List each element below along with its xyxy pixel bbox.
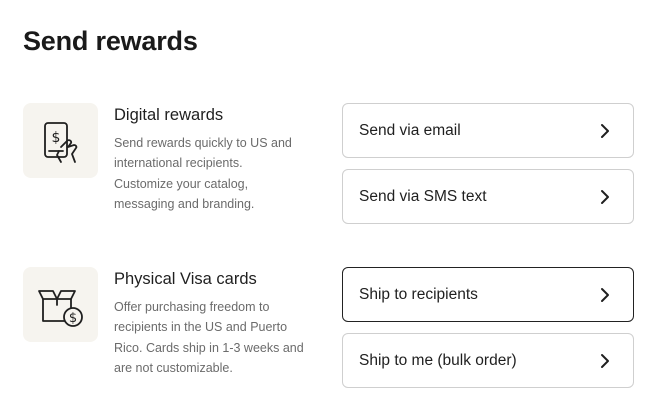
- chevron-right-icon: [601, 288, 609, 302]
- ship-to-recipients-button[interactable]: Ship to recipients: [342, 267, 634, 322]
- section-title: Digital rewards: [114, 106, 224, 124]
- chevron-right-icon: [601, 124, 609, 138]
- send-via-email-button[interactable]: Send via email: [342, 103, 634, 158]
- ship-to-me-bulk-order-button[interactable]: Ship to me (bulk order): [342, 333, 634, 388]
- chevron-right-icon: [601, 354, 609, 368]
- section-description: Send rewards quickly to US and internati…: [114, 136, 292, 211]
- option-label: Ship to me (bulk order): [359, 352, 517, 369]
- digital-rewards-icon-box: $: [23, 103, 98, 178]
- physical-cards-icon-box: $: [23, 267, 98, 342]
- option-label: Send via email: [359, 122, 461, 139]
- svg-text:$: $: [68, 311, 76, 326]
- phone-dollar-icon: $: [43, 121, 77, 163]
- option-label: Ship to recipients: [359, 286, 478, 303]
- section-title: Physical Visa cards: [114, 270, 257, 288]
- svg-text:$: $: [51, 130, 60, 146]
- page-title: Send rewards: [23, 26, 198, 56]
- option-label: Send via SMS text: [359, 188, 487, 205]
- send-via-sms-button[interactable]: Send via SMS text: [342, 169, 634, 224]
- box-dollar-icon: $: [37, 289, 83, 327]
- chevron-right-icon: [601, 190, 609, 204]
- section-description: Offer purchasing freedom to recipients i…: [114, 300, 304, 375]
